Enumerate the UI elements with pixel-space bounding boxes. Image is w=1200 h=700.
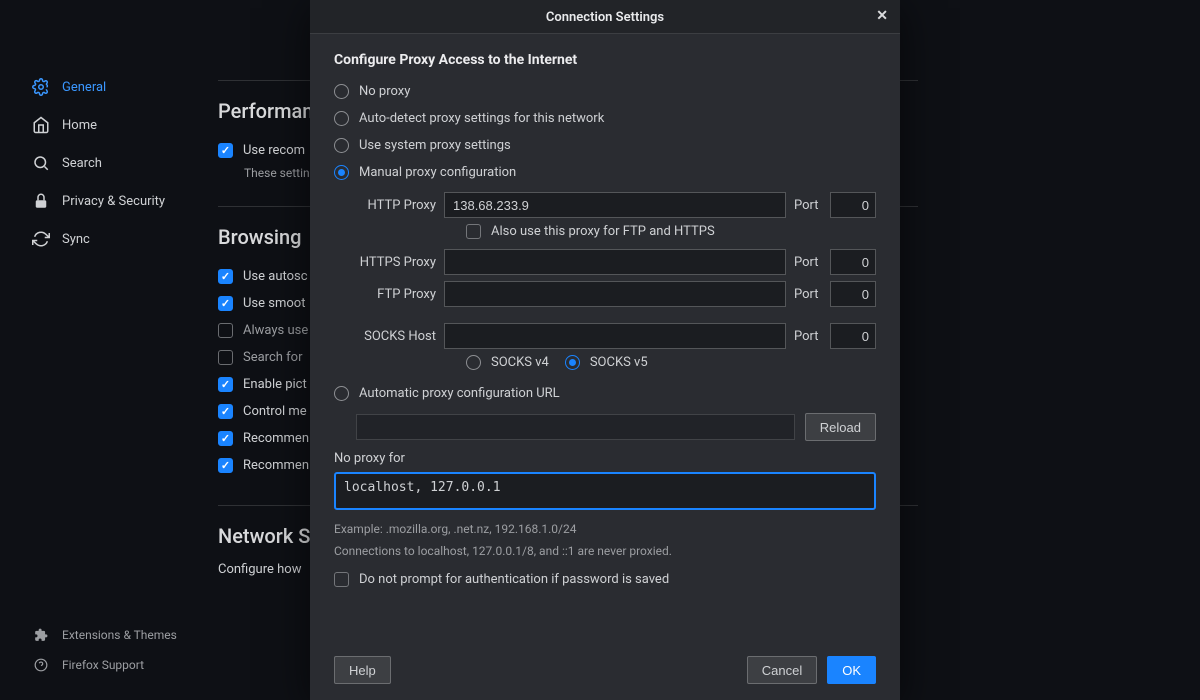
- also-use-checkbox-row[interactable]: Also use this proxy for FTP and HTTPS: [466, 224, 876, 239]
- radio-auto-detect[interactable]: Auto-detect proxy settings for this netw…: [334, 105, 876, 132]
- cancel-button[interactable]: Cancel: [747, 656, 817, 684]
- no-proxy-for-label: No proxy for: [334, 451, 876, 466]
- radio-label: No proxy: [359, 84, 410, 99]
- ftp-port-label: Port: [794, 287, 822, 302]
- radio-manual-proxy[interactable]: Manual proxy configuration: [334, 159, 876, 186]
- radio-socks-v4[interactable]: SOCKS v4: [466, 355, 549, 370]
- radio-system-proxy[interactable]: Use system proxy settings: [334, 132, 876, 159]
- ftp-proxy-label: FTP Proxy: [356, 287, 436, 302]
- radio-pac-url[interactable]: Automatic proxy configuration URL: [334, 380, 876, 407]
- radio-icon: [334, 84, 349, 99]
- dialog-body: Configure Proxy Access to the Internet N…: [310, 34, 900, 646]
- dialog-footer: Help Cancel OK: [310, 646, 900, 700]
- radio-no-proxy[interactable]: No proxy: [334, 78, 876, 105]
- dialog-title: Connection Settings: [546, 10, 664, 25]
- https-port-input[interactable]: [830, 249, 876, 275]
- checkbox-label: Also use this proxy for FTP and HTTPS: [491, 224, 715, 239]
- radio-icon: [565, 355, 580, 370]
- no-proxy-for-textarea[interactable]: [334, 472, 876, 510]
- checkbox-icon: [466, 224, 481, 239]
- https-proxy-input[interactable]: [444, 249, 786, 275]
- radio-label: Automatic proxy configuration URL: [359, 386, 560, 401]
- socks-port-input[interactable]: [830, 323, 876, 349]
- help-button[interactable]: Help: [334, 656, 391, 684]
- radio-label: Auto-detect proxy settings for this netw…: [359, 111, 604, 126]
- radio-label: SOCKS v4: [491, 355, 549, 370]
- socks-host-label: SOCKS Host: [356, 329, 436, 344]
- close-icon[interactable]: ✕: [876, 8, 888, 24]
- http-port-label: Port: [794, 198, 822, 213]
- https-port-label: Port: [794, 255, 822, 270]
- connection-settings-dialog: Connection Settings ✕ Configure Proxy Ac…: [310, 0, 900, 700]
- radio-icon: [334, 165, 349, 180]
- pac-url-input[interactable]: [356, 414, 795, 440]
- socks-port-label: Port: [794, 329, 822, 344]
- ok-button[interactable]: OK: [827, 656, 876, 684]
- checkbox-icon: [334, 572, 349, 587]
- http-port-input[interactable]: [830, 192, 876, 218]
- radio-socks-v5[interactable]: SOCKS v5: [565, 355, 648, 370]
- ftp-port-input[interactable]: [830, 281, 876, 307]
- radio-label: Manual proxy configuration: [359, 165, 516, 180]
- radio-icon: [334, 386, 349, 401]
- radio-icon: [334, 138, 349, 153]
- radio-icon: [466, 355, 481, 370]
- no-proxy-example: Example: .mozilla.org, .net.nz, 192.168.…: [334, 522, 876, 536]
- https-proxy-label: HTTPS Proxy: [356, 255, 436, 270]
- radio-icon: [334, 111, 349, 126]
- dont-prompt-row[interactable]: Do not prompt for authentication if pass…: [334, 566, 876, 593]
- manual-proxy-form: HTTP Proxy Port Also use this proxy for …: [356, 192, 876, 370]
- reload-button[interactable]: Reload: [805, 413, 876, 441]
- dialog-heading: Configure Proxy Access to the Internet: [334, 52, 876, 68]
- http-proxy-input[interactable]: [444, 192, 786, 218]
- ftp-proxy-input[interactable]: [444, 281, 786, 307]
- checkbox-label: Do not prompt for authentication if pass…: [359, 572, 669, 587]
- http-proxy-label: HTTP Proxy: [356, 198, 436, 213]
- socks-host-input[interactable]: [444, 323, 786, 349]
- radio-label: SOCKS v5: [590, 355, 648, 370]
- dialog-titlebar: Connection Settings ✕: [310, 0, 900, 34]
- radio-label: Use system proxy settings: [359, 138, 511, 153]
- no-proxy-note: Connections to localhost, 127.0.0.1/8, a…: [334, 544, 876, 558]
